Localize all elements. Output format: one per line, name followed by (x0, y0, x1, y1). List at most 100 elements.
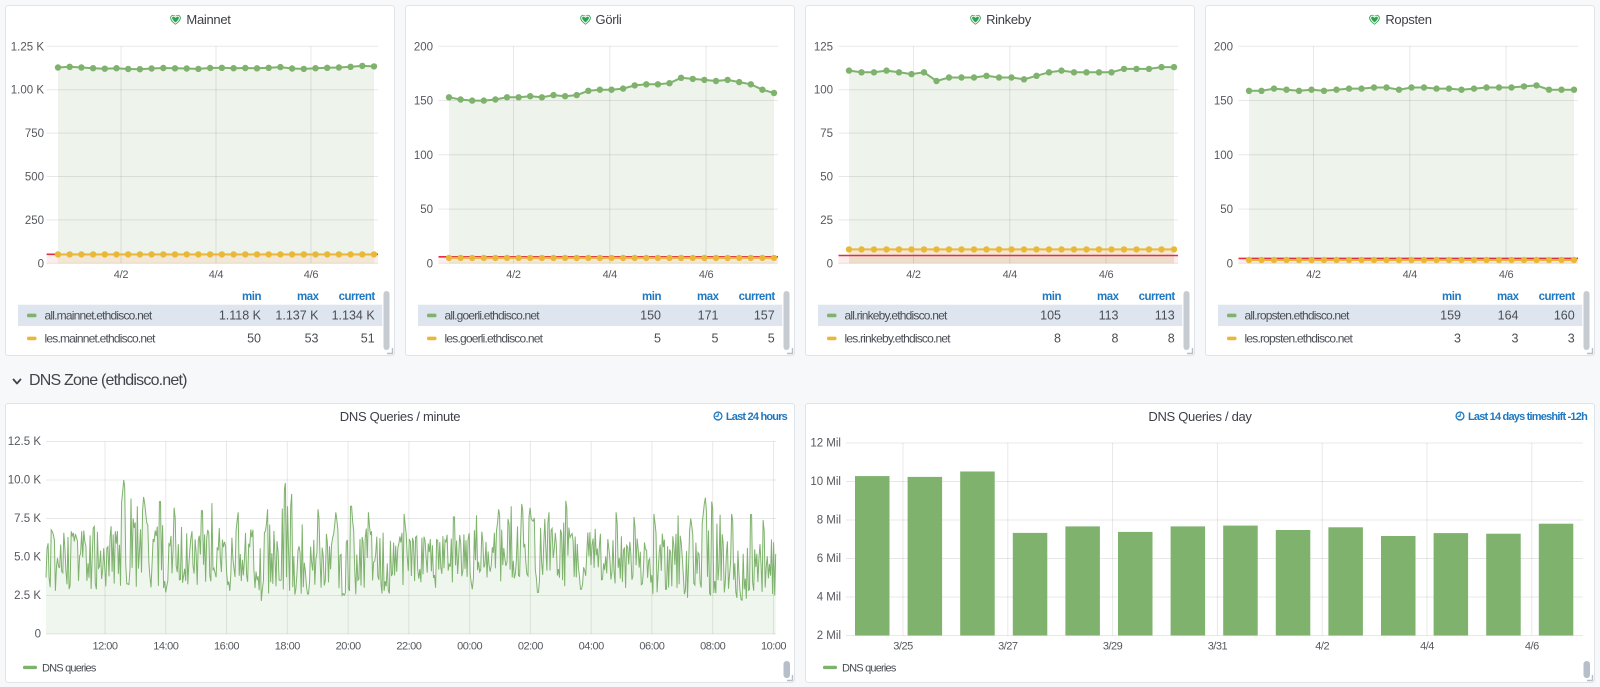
svg-text:4/6: 4/6 (699, 269, 714, 281)
svg-text:10.0 K: 10.0 K (8, 475, 42, 487)
svg-text:12 Mil: 12 Mil (810, 438, 841, 450)
svg-text:max: max (1497, 291, 1520, 303)
svg-text:3: 3 (1512, 332, 1519, 346)
svg-text:171: 171 (698, 309, 719, 323)
svg-text:3/27: 3/27 (998, 641, 1018, 653)
svg-text:100: 100 (814, 85, 833, 97)
svg-text:02:00: 02:00 (518, 641, 543, 653)
svg-text:4/2: 4/2 (1315, 641, 1329, 653)
svg-text:4/4: 4/4 (1403, 269, 1418, 281)
svg-text:3: 3 (1454, 332, 1461, 346)
svg-text:current: current (739, 291, 776, 303)
svg-text:4/4: 4/4 (1003, 269, 1018, 281)
svg-text:159: 159 (1440, 309, 1461, 323)
svg-text:0: 0 (427, 258, 433, 270)
svg-text:8: 8 (1168, 332, 1175, 346)
svg-text:50: 50 (820, 172, 833, 184)
svg-text:12.5 K: 12.5 K (8, 436, 42, 448)
svg-text:08:00: 08:00 (700, 641, 725, 653)
svg-text:les.mainnet.ethdisco.net: les.mainnet.ethdisco.net (45, 332, 157, 346)
svg-text:113: 113 (1155, 309, 1175, 323)
svg-text:750: 750 (25, 128, 44, 140)
svg-text:0: 0 (827, 258, 833, 270)
svg-text:8: 8 (1054, 332, 1061, 346)
svg-text:160: 160 (1554, 309, 1575, 323)
svg-text:125: 125 (814, 41, 833, 53)
svg-text:4/6: 4/6 (1525, 641, 1539, 653)
svg-text:4/4: 4/4 (1420, 641, 1434, 653)
svg-text:min: min (1042, 291, 1061, 303)
svg-text:12:00: 12:00 (92, 641, 117, 653)
svg-text:113: 113 (1099, 309, 1119, 323)
svg-text:4/2: 4/2 (114, 269, 129, 281)
svg-text:5: 5 (654, 332, 661, 346)
svg-text:75: 75 (820, 128, 833, 140)
svg-text:min: min (642, 291, 661, 303)
svg-text:10 Mil: 10 Mil (810, 476, 841, 488)
svg-text:max: max (1097, 291, 1120, 303)
svg-text:2 Mil: 2 Mil (817, 630, 841, 642)
svg-text:4/2: 4/2 (906, 269, 921, 281)
svg-text:06:00: 06:00 (639, 641, 664, 653)
svg-text:250: 250 (25, 215, 44, 227)
svg-text:14:00: 14:00 (153, 641, 178, 653)
svg-text:5: 5 (768, 332, 775, 346)
svg-text:150: 150 (1214, 96, 1233, 108)
svg-text:100: 100 (1214, 150, 1233, 162)
svg-text:4/6: 4/6 (304, 269, 319, 281)
svg-text:5: 5 (712, 332, 719, 346)
svg-text:4/6: 4/6 (1499, 269, 1514, 281)
svg-text:164: 164 (1498, 309, 1519, 323)
svg-text:min: min (1442, 291, 1461, 303)
svg-text:les.ropsten.ethdisco.net: les.ropsten.ethdisco.net (1245, 332, 1354, 346)
svg-text:max: max (697, 291, 720, 303)
svg-text:all.mainnet.ethdisco.net: all.mainnet.ethdisco.net (45, 309, 153, 323)
svg-text:18:00: 18:00 (275, 641, 300, 653)
svg-text:04:00: 04:00 (579, 641, 604, 653)
svg-text:53: 53 (305, 332, 319, 346)
svg-text:5.0 K: 5.0 K (14, 552, 41, 564)
svg-text:6 Mil: 6 Mil (817, 553, 841, 565)
svg-text:22:00: 22:00 (396, 641, 421, 653)
svg-text:25: 25 (820, 215, 833, 227)
svg-text:16:00: 16:00 (214, 641, 239, 653)
svg-text:105: 105 (1040, 309, 1061, 323)
svg-text:3/25: 3/25 (893, 641, 913, 653)
svg-text:50: 50 (420, 204, 433, 216)
svg-text:100: 100 (414, 150, 433, 162)
svg-text:50: 50 (1220, 204, 1233, 216)
svg-text:200: 200 (414, 41, 433, 53)
svg-text:1.137 K: 1.137 K (275, 309, 319, 323)
svg-text:8: 8 (1112, 332, 1119, 346)
svg-text:4/2: 4/2 (1306, 269, 1321, 281)
svg-text:0: 0 (35, 629, 41, 641)
svg-text:les.rinkeby.ethdisco.net: les.rinkeby.ethdisco.net (845, 332, 952, 346)
svg-text:1.00 K: 1.00 K (11, 85, 45, 97)
svg-text:0: 0 (1227, 258, 1233, 270)
svg-text:DNS queries: DNS queries (842, 663, 897, 675)
svg-text:4/2: 4/2 (506, 269, 521, 281)
svg-text:157: 157 (754, 309, 775, 323)
svg-text:51: 51 (361, 332, 375, 346)
svg-text:4/6: 4/6 (1099, 269, 1114, 281)
svg-text:4/4: 4/4 (603, 269, 618, 281)
svg-text:7.5 K: 7.5 K (14, 513, 41, 525)
svg-text:500: 500 (25, 172, 44, 184)
svg-text:8 Mil: 8 Mil (817, 515, 841, 527)
svg-text:150: 150 (414, 96, 433, 108)
svg-text:current: current (1539, 291, 1576, 303)
svg-text:10:00: 10:00 (761, 641, 786, 653)
svg-text:DNS queries: DNS queries (42, 663, 97, 675)
svg-text:200: 200 (1214, 41, 1233, 53)
svg-text:current: current (339, 291, 376, 303)
svg-text:all.goerli.ethdisco.net: all.goerli.ethdisco.net (445, 309, 541, 323)
svg-text:0: 0 (38, 258, 44, 270)
svg-text:150: 150 (640, 309, 661, 323)
svg-text:2.5 K: 2.5 K (14, 590, 41, 602)
svg-text:all.rinkeby.ethdisco.net: all.rinkeby.ethdisco.net (845, 309, 948, 323)
svg-text:3: 3 (1568, 332, 1575, 346)
svg-text:3/29: 3/29 (1103, 641, 1123, 653)
svg-text:min: min (242, 291, 261, 303)
svg-text:50: 50 (247, 332, 261, 346)
svg-text:3/31: 3/31 (1208, 641, 1228, 653)
